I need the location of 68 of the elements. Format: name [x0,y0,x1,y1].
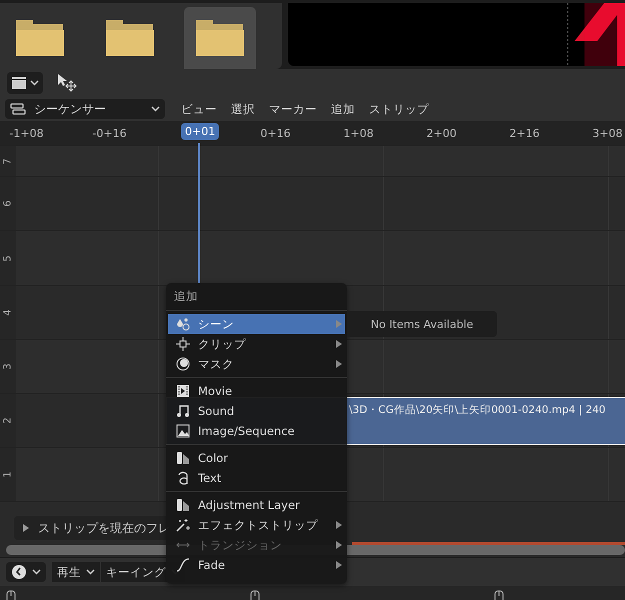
menu-item[interactable]: Text [166,468,347,488]
channel-number: 2 [2,417,14,424]
folder-icon [196,20,244,56]
frame-label: 1+08 [343,126,374,140]
menu-item[interactable]: Image/Sequence [166,421,347,441]
view-mode-dropdown[interactable]: シーケンサー [5,99,165,119]
menu-title: 追加 [173,288,199,305]
channel-number: 1 [2,471,14,478]
menu-item[interactable]: クリップ [166,334,347,354]
submenu-arrow-icon [336,521,342,529]
chevron-icon [30,80,39,86]
clapperboard-icon [11,76,27,90]
current-frame-badge[interactable]: 0+01 [181,123,219,140]
menu-button[interactable]: ビュー [175,100,223,118]
menu-dropdown[interactable]: 再生 [52,562,100,582]
scene-icon [176,317,190,331]
channel-number: 3 [2,363,14,370]
text-icon [176,471,190,485]
image-icon [176,424,190,438]
strip-label: \3D・CG作品\20矢印\上矢印0001-0240.mp4 | 240 [349,404,606,416]
submenu-arrow-icon [336,561,342,569]
mouse-icon [250,590,260,600]
mouse-icon [6,590,16,600]
select-move-tool-icon[interactable] [57,74,77,92]
frame-label: -0+16 [92,126,127,140]
editor-type-button[interactable] [7,72,43,94]
channel-number: 7 [2,158,14,164]
channel-number: 6 [2,200,14,207]
editor-type-button[interactable] [6,562,46,582]
curve-icon [176,558,190,572]
submenu-arrow-icon [336,541,342,549]
menu-item[interactable]: Adjustment Layer [166,495,347,515]
clock-icon [11,564,27,580]
chevron-icon [86,569,95,575]
menu-button[interactable]: ストリップ [363,100,435,118]
folder-icon [16,20,64,56]
chevron-icon [32,569,41,575]
color-swatch-icon [176,451,190,465]
frame-label: 0+16 [260,126,291,140]
menu-button[interactable]: マーカー [263,100,323,118]
frame-label: -1+08 [9,126,44,140]
menu-item[interactable]: シーン [168,314,345,334]
mask-icon [176,357,190,371]
expand-triangle-icon[interactable] [22,524,30,532]
empty-message: No Items Available [370,318,474,330]
menu-button[interactable]: 追加 [325,100,361,118]
menu-item[interactable]: Color [166,448,347,468]
channel-number: 5 [2,254,14,262]
menu-item[interactable]: マスク [166,354,347,374]
mouse-icon [494,590,504,600]
magic-wand-icon [176,518,190,532]
crosshair-icon [176,337,190,351]
color-swatch-icon [176,498,190,512]
frame-label: 2+16 [509,126,540,140]
folder-icon [106,20,154,56]
film-icon [176,384,190,398]
music-note-icon [176,404,190,418]
chevron-icon [151,106,160,112]
submenu-arrow-icon [336,340,342,348]
sequencer-icon [10,103,26,115]
channel-number: 4 [2,309,14,316]
submenu-arrow-icon [336,360,342,368]
submenu-arrow-icon [336,320,342,328]
frame-label: 2+00 [426,126,457,140]
menu-button[interactable]: 選択 [225,100,261,118]
file-item[interactable] [184,7,256,69]
menu-item[interactable]: Sound [166,401,347,421]
frame-label: 3+08 [592,126,623,140]
